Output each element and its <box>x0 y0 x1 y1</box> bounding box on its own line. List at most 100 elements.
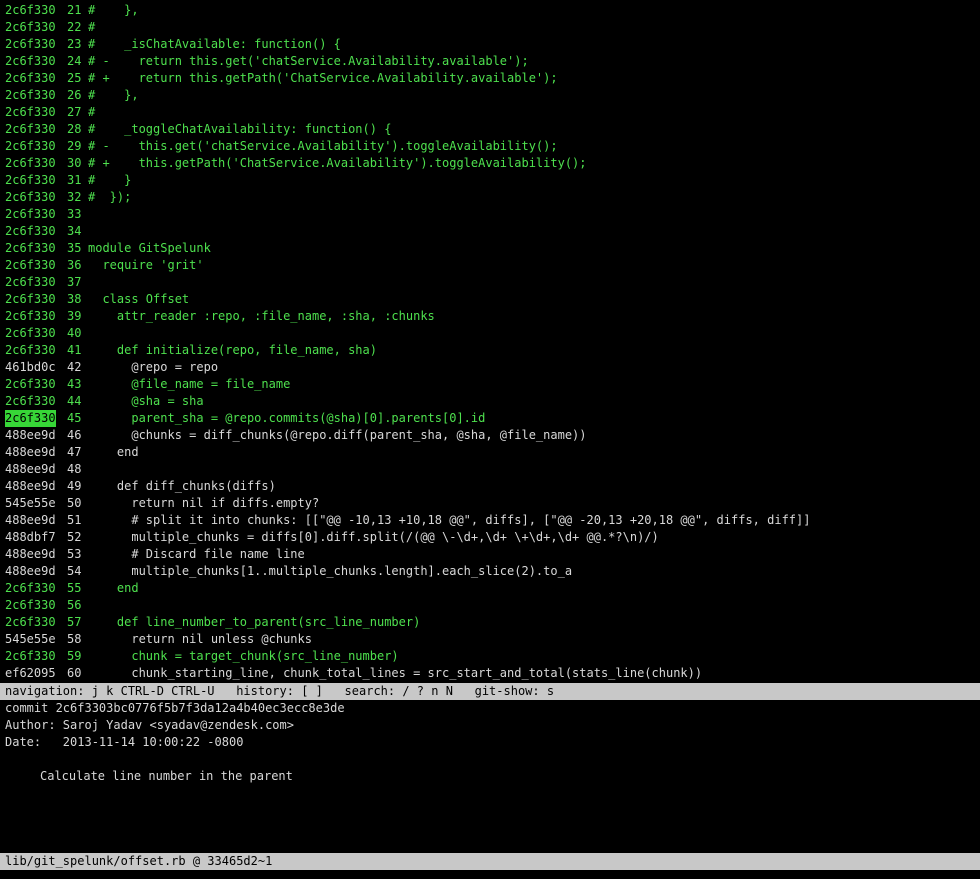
line-number: 30 <box>67 156 82 170</box>
blame-line[interactable]: 2c6f330 21 # }, <box>0 2 980 19</box>
blame-line[interactable]: 2c6f330 32 # }); <box>0 189 980 206</box>
commit-sha[interactable]: 2c6f330 <box>5 376 56 393</box>
commit-sha[interactable]: 2c6f330 <box>5 87 56 104</box>
blame-line[interactable]: 2c6f330 34 <box>0 223 980 240</box>
blame-line[interactable]: 488ee9d 51 # split it into chunks: [["@@ … <box>0 512 980 529</box>
line-number: 25 <box>67 71 82 85</box>
commit-sha[interactable]: 2c6f330 <box>5 70 56 87</box>
line-number: 39 <box>67 309 82 323</box>
commit-sha[interactable]: 488ee9d <box>5 563 56 580</box>
commit-sha[interactable]: 488ee9d <box>5 444 56 461</box>
commit-sha[interactable]: 2c6f330 <box>5 189 56 206</box>
commit-sha[interactable]: 545e55e <box>5 495 56 512</box>
commit-sha[interactable]: 2c6f330 <box>5 172 56 189</box>
commit-sha[interactable]: 2c6f330 <box>5 257 56 274</box>
commit-sha[interactable]: 2c6f330 <box>5 223 56 240</box>
line-number: 51 <box>67 513 82 527</box>
commit-sha[interactable]: 488ee9d <box>5 461 56 478</box>
commit-sha[interactable]: 2c6f330 <box>5 614 56 631</box>
commit-sha[interactable]: 2c6f330 <box>5 53 56 70</box>
blame-line[interactable]: 2c6f330 44 @sha = sha <box>0 393 980 410</box>
commit-sha[interactable]: 2c6f330 <box>5 206 56 223</box>
blame-line[interactable]: 2c6f330 36 require 'grit' <box>0 257 980 274</box>
commit-sha[interactable]: 2c6f330 <box>5 393 56 410</box>
blame-line[interactable]: 2c6f330 33 <box>0 206 980 223</box>
blame-line[interactable]: 2c6f330 22 # <box>0 19 980 36</box>
blame-line[interactable]: 2c6f330 59 chunk = target_chunk(src_line_… <box>0 648 980 665</box>
commit-sha[interactable]: 2c6f330 <box>5 410 56 427</box>
blame-line[interactable]: 488dbf7 52 multiple_chunks = diffs[0].dif… <box>0 529 980 546</box>
commit-sha[interactable]: 2c6f330 <box>5 274 56 291</box>
blame-line[interactable]: 2c6f330 38 class Offset <box>0 291 980 308</box>
line-number: 26 <box>67 88 82 102</box>
commit-sha[interactable]: 2c6f330 <box>5 19 56 36</box>
blame-line[interactable]: 2c6f330 24 # - return this.get('chatServic… <box>0 53 980 70</box>
blame-line[interactable]: 2c6f330 28 # _toggleChatAvailability: func… <box>0 121 980 138</box>
terminal-window[interactable]: 2c6f330 21 # }, 2c6f330 22 #2c6f330 23 # _isCha… <box>0 0 980 879</box>
blame-line[interactable]: 2c6f330 27 # <box>0 104 980 121</box>
code-text: # }); <box>88 190 132 204</box>
commit-sha[interactable]: 488ee9d <box>5 546 56 563</box>
blame-line[interactable]: 2c6f330 37 <box>0 274 980 291</box>
blame-line[interactable]: 2c6f330 43 @file_name = file_name <box>0 376 980 393</box>
commit-sha[interactable]: 488dbf7 <box>5 529 56 546</box>
commit-sha[interactable]: 2c6f330 <box>5 580 56 597</box>
blame-line[interactable]: 2c6f330 26 # }, <box>0 87 980 104</box>
blame-pane[interactable]: 2c6f330 21 # }, 2c6f330 22 #2c6f330 23 # _isCha… <box>0 2 980 682</box>
blame-line[interactable]: 2c6f330 39 attr_reader :repo, :file_name,… <box>0 308 980 325</box>
blame-line[interactable]: 2c6f330 55 end <box>0 580 980 597</box>
code-text: module GitSpelunk <box>88 241 211 255</box>
commit-sha[interactable]: 2c6f330 <box>5 121 56 138</box>
commit-sha[interactable]: 2c6f330 <box>5 240 56 257</box>
commit-sha[interactable]: 488ee9d <box>5 512 56 529</box>
commit-sha[interactable]: 2c6f330 <box>5 342 56 359</box>
blame-line[interactable]: 2c6f330 56 <box>0 597 980 614</box>
blame-line[interactable]: 2c6f330 40 <box>0 325 980 342</box>
commit-sha[interactable]: 488ee9d <box>5 478 56 495</box>
commit-sha[interactable]: 488ee9d <box>5 427 56 444</box>
blame-line[interactable]: 2c6f330 45 parent_sha = @repo.commits(@sh… <box>0 410 980 427</box>
blame-line[interactable]: 488ee9d 48 <box>0 461 980 478</box>
commit-sha[interactable]: 461bd0c <box>5 359 56 376</box>
code-text: # - return this.get('chatService.Availab… <box>88 54 529 68</box>
blame-line[interactable]: 488ee9d 46 @chunks = diff_chunks(@repo.di… <box>0 427 980 444</box>
blame-line[interactable]: 2c6f330 35 module GitSpelunk <box>0 240 980 257</box>
commit-sha[interactable]: 2c6f330 <box>5 597 56 614</box>
commit-sha[interactable]: 2c6f330 <box>5 648 56 665</box>
line-number: 32 <box>67 190 82 204</box>
blame-line[interactable]: 2c6f330 25 # + return this.getPath('ChatSe… <box>0 70 980 87</box>
commit-sha[interactable]: 2c6f330 <box>5 291 56 308</box>
blame-line[interactable]: 488ee9d 49 def diff_chunks(diffs) <box>0 478 980 495</box>
code-text: end <box>88 445 139 459</box>
code-text: # + return this.getPath('ChatService.Ava… <box>88 71 558 85</box>
commit-hash: commit 2c6f3303bc0776f5b7f3da12a4b40ec3e… <box>5 701 345 715</box>
blame-line[interactable]: 2c6f330 30 # + this.getPath('ChatService.A… <box>0 155 980 172</box>
blame-line[interactable]: 545e55e 58 return nil unless @chunks <box>0 631 980 648</box>
code-text: multiple_chunks = diffs[0].diff.split(/(… <box>88 530 659 544</box>
blame-line[interactable]: ef62095 60 chunk_starting_line, chunk_tot… <box>0 665 980 682</box>
blame-line[interactable]: 2c6f330 23 # _isChatAvailable: function() … <box>0 36 980 53</box>
commit-sha[interactable]: ef62095 <box>5 665 56 682</box>
blame-line[interactable]: 488ee9d 54 multiple_chunks[1..multiple_ch… <box>0 563 980 580</box>
blame-line[interactable]: 2c6f330 41 def initialize(repo, file_name… <box>0 342 980 359</box>
blame-line[interactable]: 488ee9d 53 # Discard file name line <box>0 546 980 563</box>
commit-sha[interactable]: 2c6f330 <box>5 138 56 155</box>
line-number: 35 <box>67 241 82 255</box>
blame-line[interactable]: 2c6f330 57 def line_number_to_parent(src_… <box>0 614 980 631</box>
blame-line[interactable]: 461bd0c 42 @repo = repo <box>0 359 980 376</box>
commit-sha[interactable]: 2c6f330 <box>5 104 56 121</box>
line-number: 54 <box>67 564 82 578</box>
blame-line[interactable]: 2c6f330 29 # - this.get('chatService.Avail… <box>0 138 980 155</box>
line-number: 37 <box>67 275 82 289</box>
line-number: 43 <box>67 377 82 391</box>
commit-sha[interactable]: 545e55e <box>5 631 56 648</box>
commit-sha[interactable]: 2c6f330 <box>5 155 56 172</box>
commit-sha[interactable]: 2c6f330 <box>5 2 56 19</box>
blame-line[interactable]: 488ee9d 47 end <box>0 444 980 461</box>
commit-sha[interactable]: 2c6f330 <box>5 325 56 342</box>
commit-sha[interactable]: 2c6f330 <box>5 36 56 53</box>
line-number: 38 <box>67 292 82 306</box>
blame-line[interactable]: 545e55e 50 return nil if diffs.empty? <box>0 495 980 512</box>
commit-sha[interactable]: 2c6f330 <box>5 308 56 325</box>
blame-line[interactable]: 2c6f330 31 # } <box>0 172 980 189</box>
